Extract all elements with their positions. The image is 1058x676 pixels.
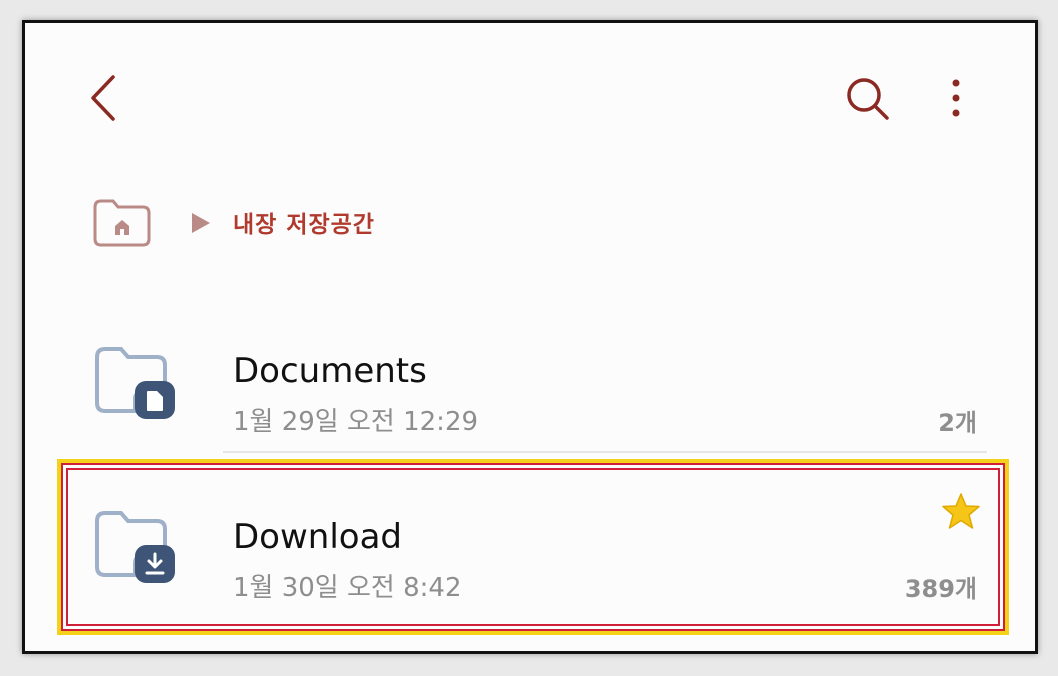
triangle-right-icon: [192, 213, 210, 233]
document-icon: [147, 391, 163, 411]
folder-name: Download: [233, 517, 403, 557]
back-button[interactable]: [85, 73, 125, 123]
folder-row-documents[interactable]: Documents 1월 29일 오전 12:29 2개: [25, 285, 1035, 445]
search-icon: [847, 78, 889, 120]
folder-row-download[interactable]: Download 1월 30일 오전 8:42 389개: [25, 465, 1035, 625]
folder-name: Documents: [233, 351, 427, 391]
home-folder-icon: [93, 199, 151, 247]
breadcrumb-current[interactable]: 내장 저장공간: [233, 205, 375, 239]
download-icon: [145, 552, 165, 575]
folder-item-count: 389개: [904, 575, 977, 603]
breadcrumb-separator: [190, 211, 212, 235]
more-options-button[interactable]: [941, 73, 971, 123]
more-vert-icon: [952, 79, 960, 117]
search-button[interactable]: [843, 73, 893, 123]
folder-modified-date: 1월 30일 오전 8:42: [233, 573, 462, 603]
folder-icon: [91, 505, 181, 585]
folder-modified-date: 1월 29일 오전 12:29: [233, 407, 479, 437]
favorite-star-icon[interactable]: [941, 491, 981, 531]
folder-item-count: 2개: [938, 409, 977, 437]
breadcrumb-home-button[interactable]: [91, 197, 153, 249]
row-divider: [223, 451, 987, 453]
folder-icon: [91, 341, 181, 421]
chevron-left-icon: [91, 75, 115, 121]
app-window: 내장 저장공간 Documents 1월 29일 오전 12:29 2개 Dow…: [22, 20, 1038, 654]
